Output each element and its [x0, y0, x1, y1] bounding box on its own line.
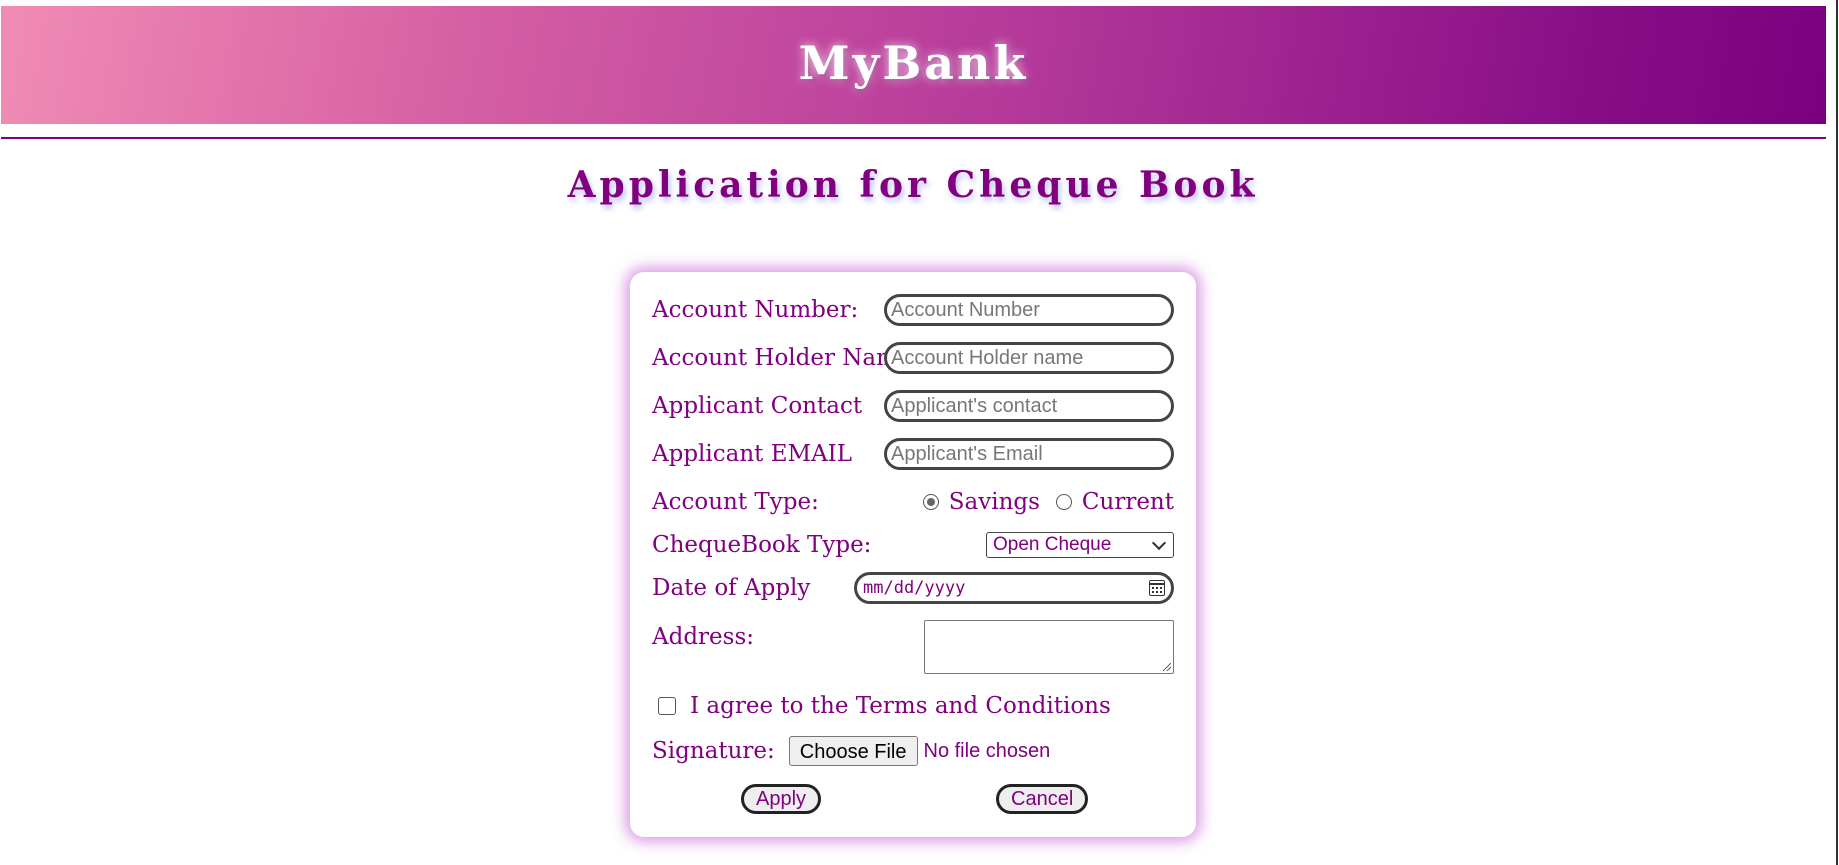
- account-holder-row: Account Holder Name:: [652, 342, 1174, 374]
- page: MyBank Application for Cheque Book Accou…: [0, 0, 1839, 865]
- email-row: Applicant EMAIL: [652, 438, 1174, 470]
- email-input[interactable]: [884, 438, 1174, 470]
- address-textarea[interactable]: [924, 620, 1174, 674]
- chequebook-type-label: ChequeBook Type:: [652, 532, 872, 558]
- savings-radio[interactable]: [922, 494, 939, 510]
- contact-row: Applicant Contact: [652, 390, 1174, 422]
- header-banner: MyBank: [1, 6, 1826, 124]
- actions-row: Apply Cancel: [652, 784, 1174, 816]
- contact-label: Applicant Contact: [652, 393, 863, 419]
- date-input[interactable]: mm/dd/yyyy: [854, 572, 1174, 604]
- cancel-button[interactable]: Cancel: [996, 784, 1089, 814]
- window-edge: [1836, 0, 1838, 865]
- account-number-row: Account Number:: [652, 294, 1174, 326]
- account-holder-label: Account Holder Name:: [652, 345, 920, 371]
- current-radio-label[interactable]: Current: [1082, 489, 1174, 515]
- choose-file-button[interactable]: Choose File: [788, 736, 918, 766]
- signature-label: Signature:: [652, 738, 775, 764]
- address-label: Address:: [652, 624, 755, 650]
- email-label: Applicant EMAIL: [652, 441, 853, 467]
- brand-title: MyBank: [798, 36, 1029, 90]
- account-type-label: Account Type:: [652, 489, 819, 515]
- chequebook-type-selected: Open Cheque: [993, 534, 1112, 555]
- chequebook-type-select[interactable]: Open Cheque: [986, 532, 1174, 558]
- cheque-book-form: Account Number: Account Holder Name: App…: [630, 272, 1196, 837]
- radio-selected-dot: [926, 498, 935, 506]
- header-divider: [1, 137, 1826, 139]
- account-type-row: Account Type: Savings Current: [652, 486, 1174, 518]
- terms-label[interactable]: I agree to the Terms and Conditions: [690, 693, 1111, 719]
- chevron-down-icon: [1151, 535, 1167, 550]
- calendar-icon[interactable]: [1149, 580, 1165, 596]
- file-status: No file chosen: [923, 739, 1051, 762]
- account-type-radio-group: Savings Current: [922, 489, 1174, 515]
- account-holder-input[interactable]: [884, 342, 1174, 374]
- current-radio[interactable]: [1055, 494, 1072, 510]
- apply-button[interactable]: Apply: [741, 784, 822, 814]
- date-label: Date of Apply: [652, 575, 811, 601]
- signature-row: Signature: Choose File No file chosen: [652, 734, 1174, 768]
- chequebook-type-row: ChequeBook Type: Open Cheque: [652, 530, 1174, 560]
- account-number-label: Account Number:: [652, 297, 859, 323]
- savings-radio-label[interactable]: Savings: [949, 489, 1040, 515]
- terms-row: I agree to the Terms and Conditions: [652, 690, 1174, 722]
- date-row: Date of Apply mm/dd/yyyy: [652, 572, 1174, 604]
- date-placeholder: mm/dd/yyyy: [863, 578, 966, 598]
- account-number-input[interactable]: [884, 294, 1174, 326]
- page-title: Application for Cheque Book: [567, 164, 1259, 206]
- terms-checkbox[interactable]: [658, 697, 676, 715]
- address-row: Address:: [652, 620, 1174, 676]
- contact-input[interactable]: [884, 390, 1174, 422]
- resize-grip-icon[interactable]: [1163, 663, 1171, 671]
